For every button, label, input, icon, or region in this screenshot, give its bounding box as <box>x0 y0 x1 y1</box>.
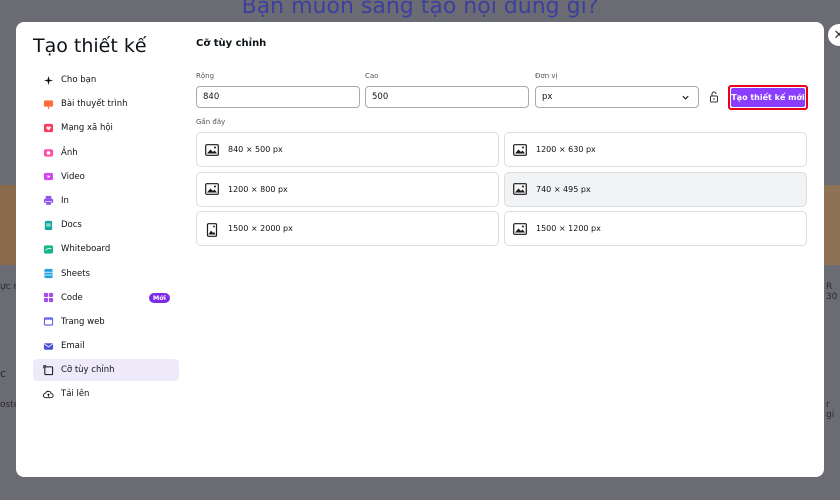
sidebar-item-whiteboard[interactable]: Whiteboard <box>33 238 179 260</box>
recent-size-item[interactable]: 1500 × 1200 px <box>504 211 807 246</box>
recent-size-label: 740 × 495 px <box>536 184 591 194</box>
sidebar-item-label: Docs <box>61 220 82 231</box>
camera-icon <box>43 147 54 158</box>
height-input[interactable]: 500 <box>365 86 529 108</box>
height-label: Cao <box>365 72 379 80</box>
whiteboard-icon <box>43 244 54 255</box>
sidebar-item-label: Email <box>61 341 85 352</box>
sidebar-item-sheets[interactable]: Sheets <box>33 263 179 285</box>
video-icon <box>43 171 54 182</box>
background-text-fragment: R 30 <box>826 282 838 302</box>
panel-title: Cỡ tùy chỉnh <box>196 38 267 49</box>
sidebar-item-label: Sheets <box>61 268 91 279</box>
recent-size-item[interactable]: 840 × 500 px <box>196 132 499 167</box>
sidebar-item-label: Mạng xã hội <box>61 123 113 134</box>
code-icon <box>43 292 54 303</box>
sidebar-item-sparkle[interactable]: Cho bạn <box>33 69 179 91</box>
background-heading: Bạn muốn sáng tạo nội dung gì? <box>241 0 599 19</box>
modal-title: Tạo thiết kế <box>33 35 147 57</box>
recent-size-label: 1500 × 2000 px <box>228 224 293 233</box>
sidebar-item-label: Cỡ tùy chỉnh <box>61 365 115 376</box>
background-text-fragment: r gi <box>826 400 835 420</box>
docs-icon <box>43 220 54 231</box>
create-design-modal: Tạo thiết kế Cho bạn Bài thuyết trình Mạng… <box>16 22 824 477</box>
background-banner-left <box>0 185 16 265</box>
landscape-image-icon <box>513 222 527 235</box>
background-banner-right <box>824 185 840 265</box>
create-new-design-label: Tạo thiết kế mới <box>731 88 805 107</box>
create-new-design-button[interactable]: Tạo thiết kế mới <box>728 85 808 110</box>
presentation-icon <box>43 99 54 110</box>
website-icon <box>43 316 54 327</box>
sidebar-item-printer[interactable]: In <box>33 190 179 212</box>
sidebar-item-label: Trang web <box>61 316 105 327</box>
sidebar-item-video[interactable]: Video <box>33 166 179 188</box>
recent-size-label: 1200 × 630 px <box>536 145 596 154</box>
recent-size-label: 840 × 500 px <box>228 145 283 154</box>
email-icon <box>43 341 54 352</box>
sidebar-item-label: Video <box>61 171 85 182</box>
sidebar-item-label: Tải lên <box>61 389 90 400</box>
sidebar-item-label: In <box>61 195 69 206</box>
recent-size-item[interactable]: 1200 × 630 px <box>504 132 807 167</box>
recent-size-label: 1200 × 800 px <box>228 184 288 194</box>
sidebar-item-label: Cho bạn <box>61 75 97 85</box>
social-heart-icon <box>43 123 54 134</box>
custom-size-icon <box>43 365 54 376</box>
recent-label: Gần đây <box>196 118 226 126</box>
sidebar-item-presentation[interactable]: Bài thuyết trình <box>33 93 179 115</box>
unlock-icon[interactable] <box>709 91 719 103</box>
portrait-image-icon <box>205 222 219 237</box>
background-text-fragment: c <box>0 367 7 380</box>
width-input[interactable]: 840 <box>196 86 360 108</box>
unit-label: Đơn vị <box>535 72 558 80</box>
printer-icon <box>43 195 54 206</box>
sheets-icon <box>43 268 54 279</box>
sidebar-item-email[interactable]: Email <box>33 335 179 357</box>
width-label: Rộng <box>196 72 215 80</box>
unit-select[interactable]: px <box>535 86 699 108</box>
landscape-image-icon <box>205 143 219 156</box>
new-badge: Mới <box>148 292 170 303</box>
cloud-upload-icon <box>43 389 54 400</box>
recent-size-item[interactable]: 1200 × 800 px <box>196 171 499 207</box>
unit-value: px <box>542 92 553 102</box>
recent-size-label: 1500 × 1200 px <box>536 224 601 233</box>
landscape-image-icon <box>205 183 219 195</box>
sidebar-nav: Cho bạn Bài thuyết trình Mạng xã hội Ảnh Vid… <box>33 69 179 408</box>
sidebar-item-label: Bài thuyết trình <box>61 99 128 110</box>
sidebar-item-label: Code <box>61 292 83 303</box>
custom-size-panel: Cỡ tùy chỉnh Rộng 840 Cao 500 Đơn vị px … <box>196 22 824 477</box>
sidebar-item-cloud-upload[interactable]: Tải lên <box>33 383 179 405</box>
sidebar-item-label: Ảnh <box>61 147 78 158</box>
sidebar-item-custom-size[interactable]: Cỡ tùy chỉnh <box>33 359 179 382</box>
landscape-image-icon <box>513 143 527 156</box>
sidebar-item-docs[interactable]: Docs <box>33 214 179 236</box>
sidebar-item-website[interactable]: Trang web <box>33 311 179 333</box>
sidebar-item-label: Whiteboard <box>61 244 111 255</box>
sparkle-icon <box>43 75 54 86</box>
landscape-image-icon <box>513 183 527 195</box>
sidebar: Tạo thiết kế Cho bạn Bài thuyết trình Mạng… <box>16 22 188 477</box>
recent-size-item[interactable]: 740 × 495 px <box>504 171 807 207</box>
sidebar-item-social-heart[interactable]: Mạng xã hội <box>33 117 179 139</box>
close-icon: ✕ <box>833 27 840 43</box>
chevron-down-icon <box>682 95 689 100</box>
sidebar-item-code[interactable]: Code Mới <box>33 287 179 309</box>
sidebar-item-camera[interactable]: Ảnh <box>33 142 179 164</box>
recent-size-item[interactable]: 1500 × 2000 px <box>196 211 499 246</box>
